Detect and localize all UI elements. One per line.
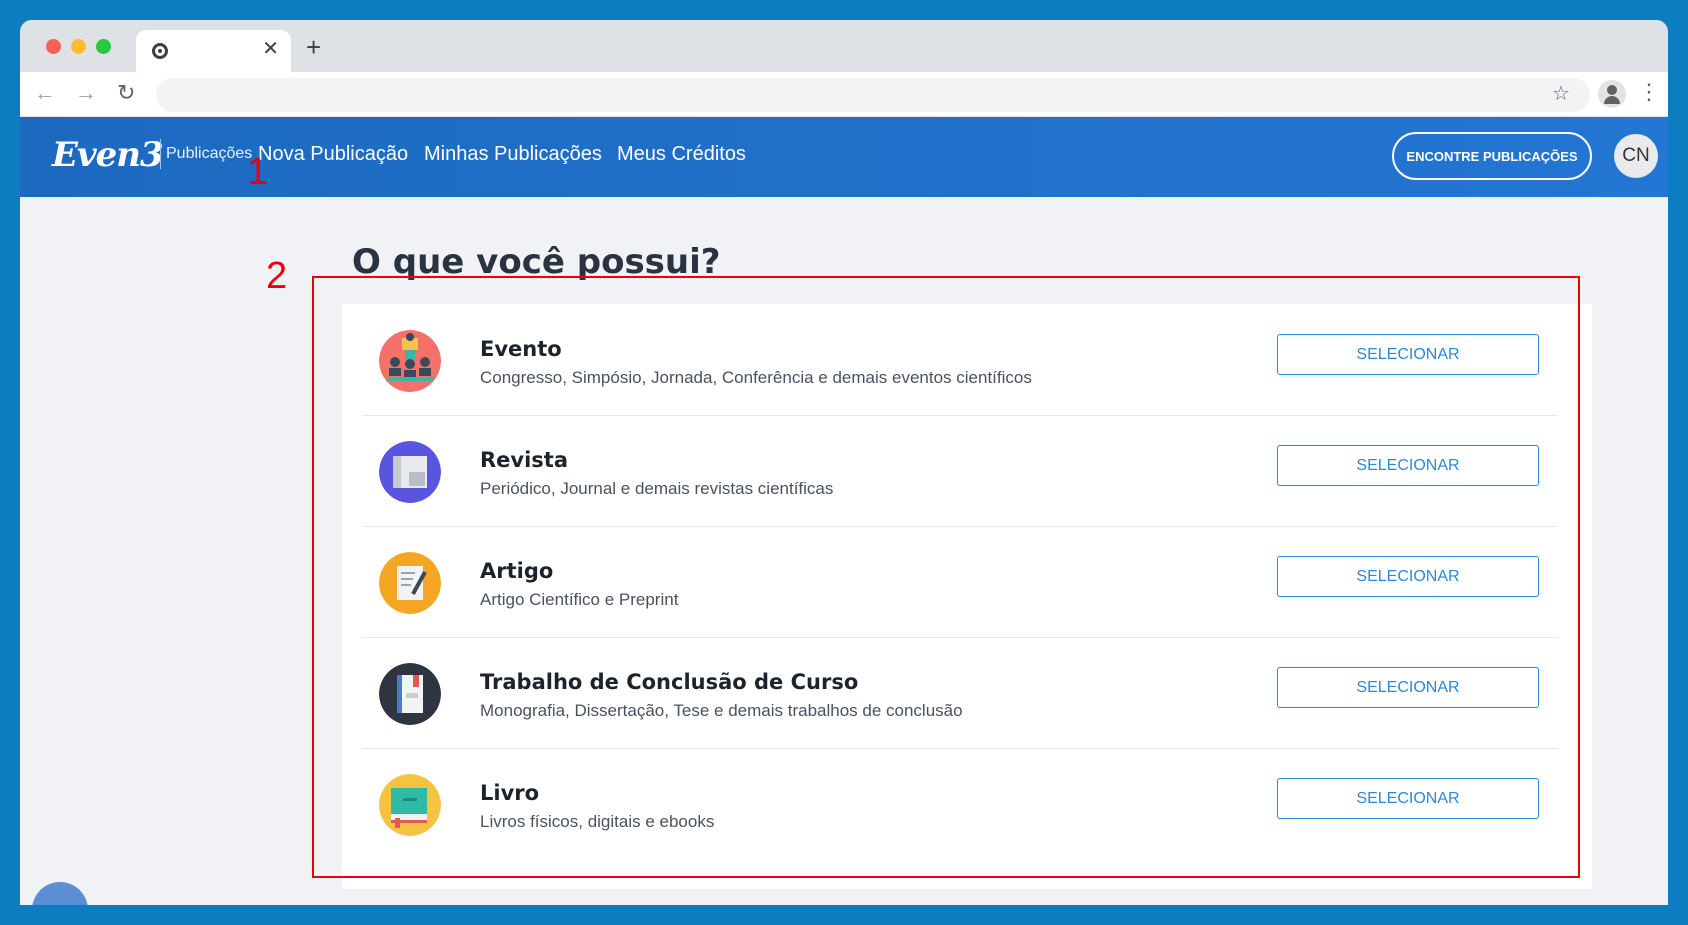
- nav-nova-publicacao[interactable]: Nova Publicação: [258, 142, 408, 166]
- close-tab-icon[interactable]: ✕: [262, 39, 279, 59]
- browser-tab[interactable]: ✕: [136, 30, 291, 72]
- annotation-1: 1: [247, 151, 269, 193]
- maximize-window-button[interactable]: [96, 39, 111, 54]
- brand-subtitle: Publicações: [166, 145, 253, 162]
- browser-menu-icon[interactable]: ⋮: [1638, 80, 1660, 104]
- close-window-button[interactable]: [46, 39, 61, 54]
- browser-toolbar: ← → ↻ ☆ ⋮: [20, 72, 1668, 117]
- annotation-highlight-box: [312, 276, 1580, 878]
- back-button[interactable]: ←: [34, 81, 56, 105]
- help-chat-icon[interactable]: [32, 882, 88, 905]
- nav-meus-creditos[interactable]: Meus Créditos: [617, 142, 746, 166]
- avatar[interactable]: CN: [1614, 134, 1658, 178]
- address-bar[interactable]: [156, 78, 1590, 112]
- brand-logo[interactable]: Even3: [52, 135, 164, 175]
- reload-button[interactable]: ↻: [117, 81, 135, 105]
- bookmark-star-icon[interactable]: ☆: [1552, 82, 1570, 106]
- tab-strip: ✕ +: [20, 20, 1668, 72]
- minimize-window-button[interactable]: [71, 39, 86, 54]
- annotation-2: 2: [266, 255, 288, 297]
- forward-button[interactable]: →: [75, 81, 97, 105]
- brand-divider: [160, 139, 161, 169]
- chrome-icon: [152, 43, 168, 59]
- nav-minhas-publicacoes[interactable]: Minhas Publicações: [424, 142, 602, 166]
- new-tab-button[interactable]: +: [306, 34, 321, 60]
- find-publications-button[interactable]: ENCONTRE PUBLICAÇÕES: [1392, 132, 1592, 180]
- profile-icon[interactable]: [1598, 80, 1626, 108]
